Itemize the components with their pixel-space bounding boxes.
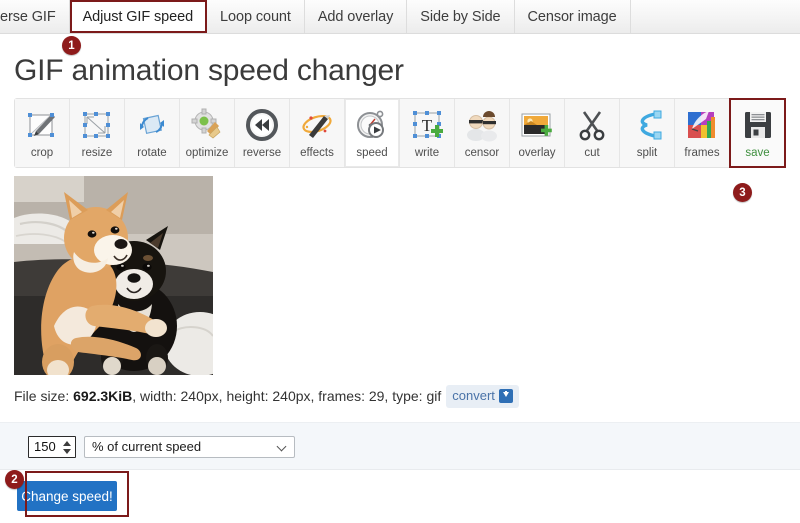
tool-label: optimize	[185, 147, 229, 159]
file-size-label: File size:	[14, 388, 74, 404]
frames-icon	[688, 111, 715, 138]
tab-label: Censor image	[527, 8, 617, 25]
file-meta-rest: , width: 240px, height: 240px, frames: 2…	[132, 388, 442, 404]
write-icon: T	[413, 111, 443, 138]
page-root: erse GIF Adjust GIF speed Loop count Add…	[0, 0, 800, 523]
tool-crop[interactable]: crop	[15, 99, 70, 167]
tool-label: censor	[464, 147, 500, 159]
tab-bar: erse GIF Adjust GIF speed Loop count Add…	[0, 0, 800, 34]
tool-frames[interactable]: frames	[675, 99, 730, 167]
tab-label: erse GIF	[0, 8, 56, 25]
tool-split[interactable]: split	[620, 99, 675, 167]
split-icon	[640, 110, 662, 140]
tab-label: Side by Side	[420, 8, 501, 25]
annotation-badge-1: 1	[62, 36, 81, 55]
tool-overlay[interactable]: overlay	[510, 99, 565, 167]
tool-label: save	[745, 147, 770, 159]
tool-label: rotate	[137, 147, 167, 159]
page-title: GIF animation speed changer	[14, 54, 404, 87]
convert-label: convert	[452, 388, 495, 403]
download-icon	[498, 389, 513, 403]
speed-stepper[interactable]	[62, 438, 72, 456]
tool-label: crop	[30, 147, 54, 159]
file-info: File size: 692.3KiB, width: 240px, heigh…	[14, 385, 519, 408]
tab-reverse-gif[interactable]: erse GIF	[0, 0, 70, 33]
cut-icon	[579, 111, 605, 141]
tool-label: frames	[684, 147, 720, 159]
file-size-value: 692.3KiB	[73, 388, 133, 404]
tool-label: resize	[81, 147, 113, 159]
stepper-down-icon[interactable]	[63, 448, 71, 454]
censor-icon	[467, 111, 497, 142]
tool-label: write	[414, 147, 440, 159]
tab-label: Loop count	[220, 8, 291, 25]
tool-save[interactable]: save	[729, 98, 786, 168]
convert-button[interactable]: convert	[446, 385, 519, 408]
annotation-badge-3: 3	[733, 183, 752, 202]
preview-image	[14, 176, 213, 375]
tool-speed[interactable]: speed	[345, 99, 400, 167]
tool-cut[interactable]: cut	[565, 99, 620, 167]
tool-label: speed	[356, 147, 388, 159]
effects-icon	[302, 114, 332, 138]
tool-optimize[interactable]: optimize	[180, 99, 235, 167]
tab-censor-image[interactable]: Censor image	[515, 0, 631, 33]
chevron-down-icon	[278, 445, 287, 451]
tool-label: split	[636, 147, 658, 159]
tab-loop-count[interactable]: Loop count	[207, 0, 305, 33]
annotation-badge-2: 2	[5, 470, 24, 489]
reverse-icon	[246, 109, 278, 141]
editor-toolbar: crop resize rotate optimize reverse effe…	[14, 98, 786, 168]
speed-unit-selected-value: % of current speed	[92, 439, 202, 454]
overlay-icon	[521, 113, 552, 137]
resize-icon	[83, 112, 110, 138]
tab-side-by-side[interactable]: Side by Side	[407, 0, 515, 33]
gif-preview[interactable]	[14, 176, 213, 375]
optimize-icon	[191, 108, 221, 139]
tab-adjust-gif-speed[interactable]: Adjust GIF speed	[69, 0, 208, 33]
tool-resize[interactable]: resize	[70, 99, 125, 167]
tool-write[interactable]: T write	[400, 99, 455, 167]
tool-effects[interactable]: effects	[290, 99, 345, 167]
tab-bar-filler	[631, 0, 800, 33]
speed-icon	[357, 110, 384, 138]
save-icon	[744, 112, 771, 138]
tool-label: reverse	[242, 147, 282, 159]
stepper-up-icon[interactable]	[63, 440, 71, 446]
tab-label: Adjust GIF speed	[82, 8, 194, 25]
tab-add-overlay[interactable]: Add overlay	[305, 0, 408, 33]
tool-rotate[interactable]: rotate	[125, 99, 180, 167]
rotate-icon	[140, 114, 164, 135]
tab-label: Add overlay	[317, 8, 394, 25]
tool-label: overlay	[518, 147, 556, 159]
submit-annotation-box	[25, 471, 129, 517]
speed-unit-select[interactable]: % of current speed	[84, 436, 295, 458]
tool-censor[interactable]: censor	[455, 99, 510, 167]
tool-label: effects	[300, 147, 334, 159]
tool-reverse[interactable]: reverse	[235, 99, 290, 167]
tool-label: cut	[584, 147, 600, 159]
crop-icon	[28, 113, 55, 137]
